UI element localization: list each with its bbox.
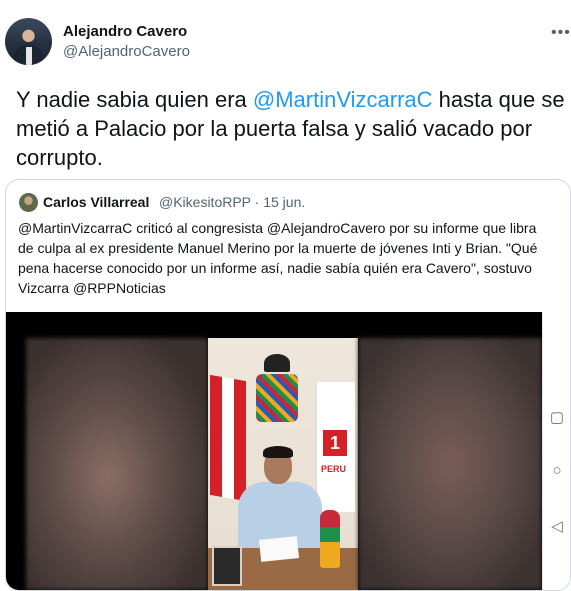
- author-avatar[interactable]: [5, 18, 52, 65]
- video-frame: 1 PERU: [208, 338, 358, 590]
- circle-icon[interactable]: ○: [549, 462, 565, 479]
- video-blur-right: [358, 338, 542, 590]
- paper: [258, 536, 300, 562]
- quote-text: @MartinVizcarraC criticó al congresista …: [18, 220, 538, 296]
- peru-flag: [210, 374, 246, 502]
- figurine: [320, 510, 340, 568]
- back-triangle-icon[interactable]: ◁: [549, 517, 565, 535]
- vest-decoration: [256, 374, 298, 422]
- quote-author-handle-date[interactable]: @KikesitoRPP · 15 jun.: [159, 194, 305, 210]
- quoted-tweet[interactable]: Carlos Villarreal @KikesitoRPP · 15 jun.…: [5, 179, 571, 591]
- quote-author-name[interactable]: Carlos Villarreal: [43, 194, 149, 210]
- party-flag: 1 PERU: [316, 382, 355, 512]
- tweet-mention-link[interactable]: @MartinVizcarraC: [253, 87, 433, 112]
- android-nav-bar: ▢ ○ ◁: [542, 312, 570, 590]
- tweet-text-before: Y nadie sabia quien era: [16, 87, 253, 112]
- video-player[interactable]: 1 PERU: [6, 312, 542, 590]
- party-text: PERU: [321, 464, 347, 474]
- tweet-text: Y nadie sabia quien era @MartinVizcarraC…: [16, 85, 566, 172]
- book: [212, 546, 242, 586]
- avatar-shirt: [26, 47, 32, 65]
- quote-author-avatar[interactable]: [19, 193, 38, 212]
- speaker-hair: [263, 446, 293, 458]
- author-handle[interactable]: @AlejandroCavero: [63, 43, 190, 60]
- author-name[interactable]: Alejandro Cavero: [63, 23, 187, 40]
- party-number: 1: [323, 430, 347, 456]
- square-icon[interactable]: ▢: [549, 408, 565, 426]
- hat-decoration: [264, 354, 290, 372]
- video-blur-left: [26, 338, 208, 590]
- more-options-icon[interactable]: •••: [551, 24, 571, 42]
